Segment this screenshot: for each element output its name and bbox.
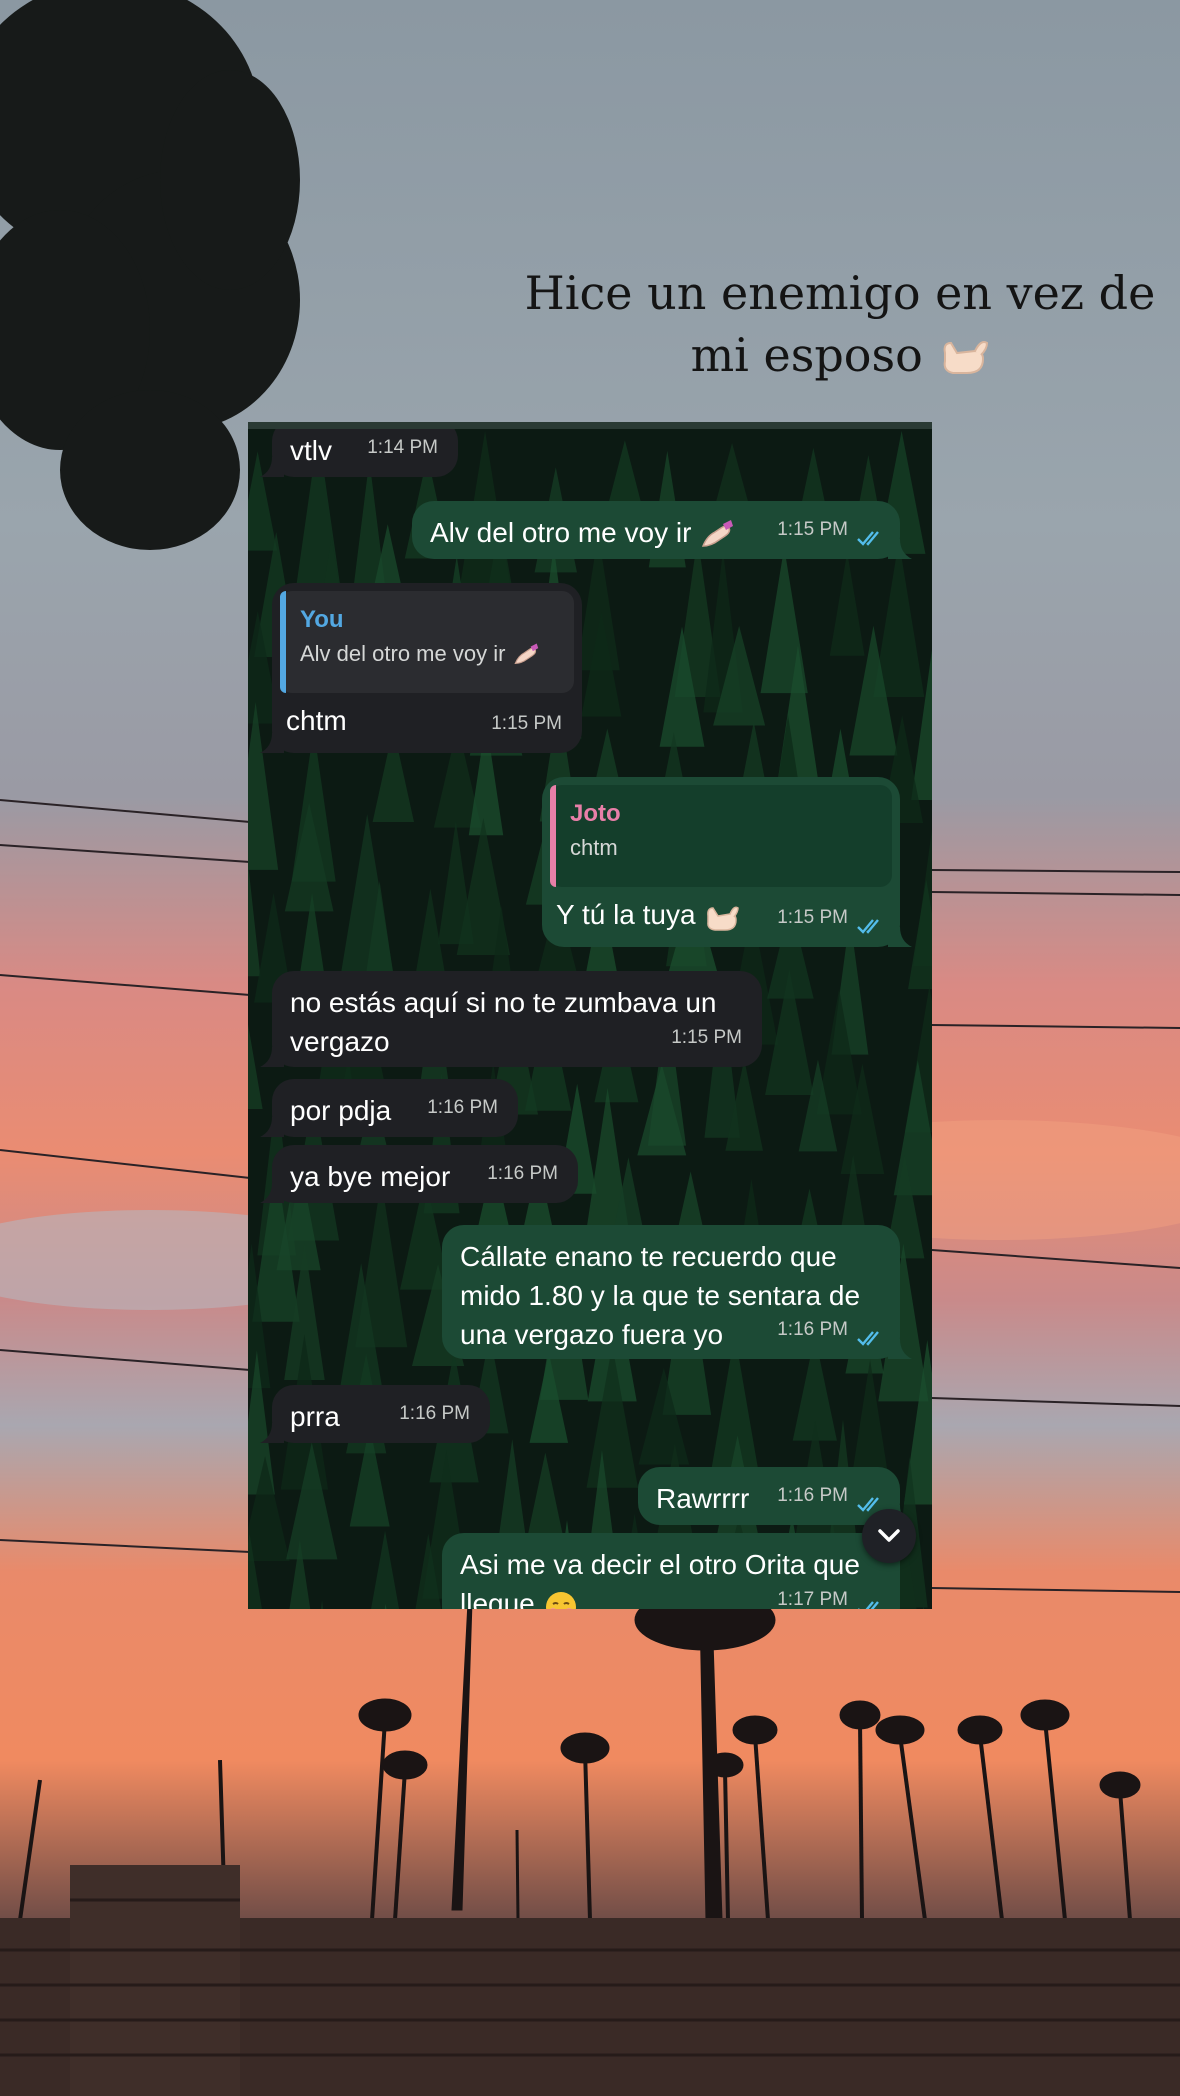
quote-accent-bar	[550, 785, 556, 887]
quote-text: chtm	[570, 835, 618, 860]
bubble-tail	[888, 539, 912, 559]
message-timestamp: 1:16 PM	[777, 1319, 848, 1340]
bubble-tail	[260, 1117, 284, 1137]
read-receipt-icon	[858, 1601, 879, 1609]
nail-polish-icon	[513, 643, 538, 665]
outgoing-message[interactable]: Joto chtm Y tú la tuya 1:15 PM	[542, 777, 912, 947]
outgoing-message[interactable]: Asi me va decir el otro Orita que llegue …	[442, 1533, 900, 1609]
outgoing-message[interactable]: Alv del otro me voy ir 1:15 PM	[412, 501, 912, 559]
message-text: vtlv	[290, 435, 332, 466]
chat-screenshot: vtlv 1:14 PM Alv del otro me voy ir 1:15 P…	[248, 422, 932, 1609]
outgoing-message[interactable]: Cállate enano te recuerdo que mido 1.80 y…	[442, 1225, 912, 1359]
bubble-tail	[260, 1183, 284, 1203]
bubble-tail	[260, 1047, 284, 1067]
quoted-reply[interactable]: Joto chtm	[550, 785, 892, 887]
message-timestamp: 1:16 PM	[399, 1403, 470, 1424]
message-text: chtm	[286, 705, 347, 736]
caption-line-2-text: mi esposo	[690, 328, 923, 382]
bubble-tail	[260, 1423, 284, 1443]
chevron-down-icon	[878, 1529, 900, 1542]
quote-accent-bar	[280, 591, 286, 693]
message-timestamp: 1:15 PM	[777, 519, 848, 540]
quote-text: Alv del otro me voy ir	[300, 637, 558, 671]
read-receipt-icon	[857, 1331, 879, 1346]
quoted-reply[interactable]: You Alv del otro me voy ir	[280, 591, 574, 693]
bubble-tail	[888, 1339, 912, 1359]
message-text: Y tú la tuya	[556, 895, 740, 934]
message-timestamp: 1:16 PM	[777, 1485, 848, 1506]
outgoing-message[interactable]: Rawrrrr 1:16 PM	[638, 1467, 912, 1525]
caption-line-2: mi esposo	[520, 324, 1160, 386]
read-receipt-icon	[857, 919, 879, 934]
caption-line-1: Hice un enemigo en vez de	[524, 266, 1156, 320]
call-me-hand-icon	[944, 341, 989, 374]
message-timestamp: 1:15 PM	[777, 907, 848, 928]
incoming-message[interactable]: por pdja 1:16 PM	[260, 1079, 518, 1137]
quote-author: Joto	[570, 800, 621, 827]
quote-author: You	[300, 606, 344, 633]
message-text: prra	[290, 1401, 340, 1432]
nail-polish-icon	[702, 519, 734, 547]
message-text: Alv del otro me voy ir	[430, 513, 735, 552]
incoming-message[interactable]: prra 1:16 PM	[260, 1385, 490, 1443]
message-timestamp: 1:17 PM	[777, 1589, 848, 1609]
bubble-tail	[260, 733, 284, 753]
incoming-message[interactable]: You Alv del otro me voy ir chtm 1:15 PM	[260, 583, 582, 753]
scroll-to-bottom-button[interactable]	[862, 1509, 916, 1563]
message-text: ya bye mejor	[290, 1161, 451, 1192]
message-timestamp: 1:15 PM	[671, 1027, 742, 1048]
incoming-message[interactable]: ya bye mejor 1:16 PM	[260, 1145, 578, 1203]
incoming-message[interactable]: no estás aquí si no te zumbava un vergazo…	[260, 971, 762, 1067]
message-text: por pdja	[290, 1095, 392, 1126]
message-timestamp: 1:15 PM	[491, 713, 562, 734]
bubble-tail	[260, 457, 284, 477]
bubble-tail	[888, 927, 912, 947]
incoming-message[interactable]: vtlv 1:14 PM	[260, 429, 458, 477]
story-caption: Hice un enemigo en vez de mi esposo	[520, 262, 1160, 386]
message-timestamp: 1:16 PM	[427, 1097, 498, 1118]
message-text: Rawrrrr	[656, 1483, 750, 1514]
call-me-hand-icon	[707, 906, 740, 931]
smiling-face-icon	[545, 1591, 576, 1609]
read-receipt-icon	[857, 531, 879, 546]
message-timestamp: 1:14 PM	[367, 437, 438, 458]
message-timestamp: 1:16 PM	[487, 1163, 558, 1184]
message-text: no estás aquí si no te zumbava un vergazo	[290, 987, 717, 1057]
